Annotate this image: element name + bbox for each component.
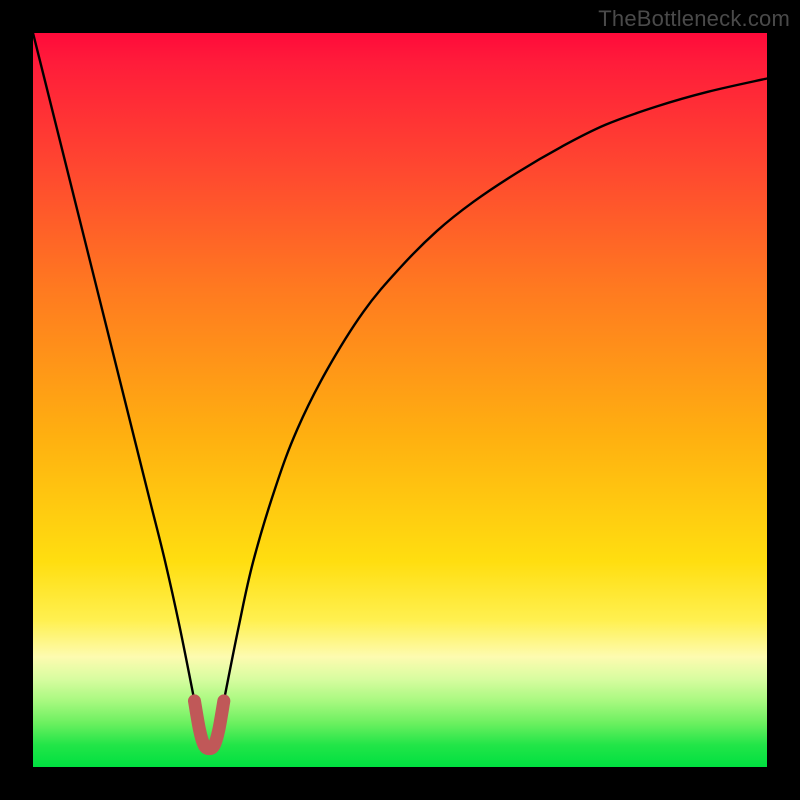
highlight-u: [194, 701, 223, 749]
bottleneck-curve: [33, 33, 767, 750]
watermark-text: TheBottleneck.com: [598, 6, 790, 32]
chart-svg: [33, 33, 767, 767]
chart-plot-area: [33, 33, 767, 767]
chart-frame: TheBottleneck.com: [0, 0, 800, 800]
